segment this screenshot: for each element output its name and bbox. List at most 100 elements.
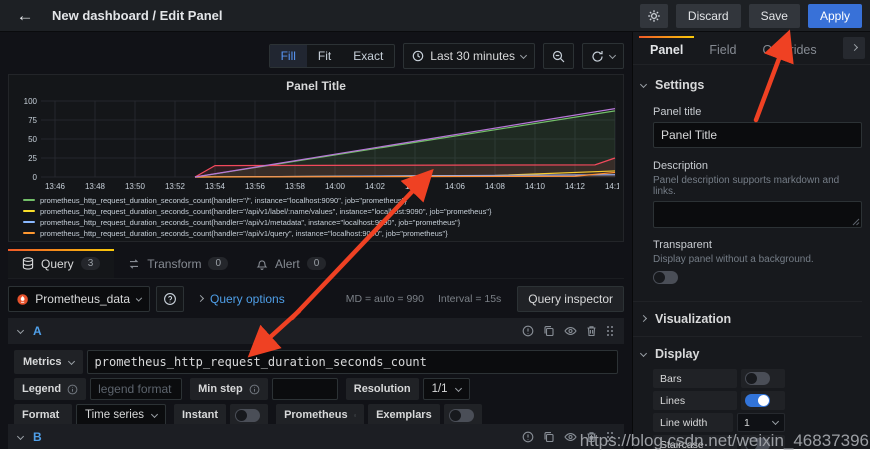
display-section-label: Display xyxy=(655,347,699,361)
chart-area: 025507510013:4613:4813:5013:5213:5413:56… xyxy=(15,97,619,200)
tab-query-label: Query xyxy=(41,257,74,271)
metrics-label: Metrics xyxy=(23,356,62,368)
svg-text:14:04: 14:04 xyxy=(405,182,426,191)
visualization-section-label: Visualization xyxy=(655,312,731,326)
svg-text:14:10: 14:10 xyxy=(525,182,546,191)
gear-icon xyxy=(647,9,661,23)
display-row-bars: Bars xyxy=(653,369,785,388)
query-count-badge: 3 xyxy=(81,257,101,270)
back-button[interactable]: ← xyxy=(8,3,42,29)
tab-panel[interactable]: Panel xyxy=(637,36,696,64)
chevron-down-icon xyxy=(455,384,462,391)
save-button[interactable]: Save xyxy=(749,4,800,28)
visualization-section-header[interactable]: Visualization xyxy=(641,308,862,330)
min-step-input[interactable] xyxy=(272,378,338,400)
display-section-header[interactable]: Display xyxy=(641,343,862,365)
trash-icon[interactable] xyxy=(586,325,597,337)
datasource-picker[interactable]: Prometheus_data xyxy=(8,286,150,312)
chevron-down-icon xyxy=(17,432,24,439)
bars-label: Bars xyxy=(653,369,737,388)
query-a-header[interactable]: A xyxy=(8,318,624,344)
lines-toggle[interactable] xyxy=(745,394,770,407)
query-row-a: A Metrics xyxy=(8,318,624,430)
dashboard-settings-button[interactable] xyxy=(640,4,668,28)
query-options-toggle[interactable]: Query options xyxy=(198,292,285,306)
query-b-header[interactable]: B xyxy=(8,424,624,450)
svg-text:50: 50 xyxy=(28,135,37,144)
zoom-out-button[interactable] xyxy=(543,43,574,69)
magnifier-minus-icon xyxy=(552,50,565,63)
resize-grip-icon[interactable] xyxy=(852,218,860,226)
copy-icon[interactable] xyxy=(543,431,555,443)
bars-toggle[interactable] xyxy=(745,372,770,385)
fill-mode-button[interactable]: Fill xyxy=(270,45,307,67)
display-row-line-width: Line width 1 xyxy=(653,413,785,432)
grafana-edit-panel-screen: ← New dashboard / Edit Panel Discard Sav… xyxy=(0,0,870,459)
time-range-picker[interactable]: Last 30 minutes xyxy=(403,43,535,69)
svg-text:14:02: 14:02 xyxy=(365,182,386,191)
eye-icon[interactable] xyxy=(564,431,577,443)
drag-handle-icon[interactable] xyxy=(606,325,614,337)
tab-alert[interactable]: Alert 0 xyxy=(242,249,340,278)
info-circle-icon[interactable] xyxy=(522,431,534,443)
exemplars-toggle[interactable] xyxy=(449,409,474,422)
chevron-right-icon xyxy=(640,314,647,321)
query-ref-id: B xyxy=(33,430,42,444)
tab-query[interactable]: Query 3 xyxy=(8,249,114,278)
apply-button[interactable]: Apply xyxy=(808,4,862,28)
tab-field[interactable]: Field xyxy=(696,36,749,64)
tab-transform[interactable]: Transform 0 xyxy=(114,249,242,278)
legend-item[interactable]: prometheus_http_request_duration_seconds… xyxy=(23,206,617,216)
metrics-dropdown[interactable]: Metrics xyxy=(14,350,83,374)
svg-text:75: 75 xyxy=(28,116,37,125)
legend-item[interactable]: prometheus_http_request_duration_seconds… xyxy=(23,228,617,238)
legend-dash-green xyxy=(23,199,35,201)
settings-section-label: Settings xyxy=(655,78,704,92)
legend-dash-blue xyxy=(23,221,35,223)
legend-label: prometheus_http_request_duration_seconds… xyxy=(40,196,407,205)
line-width-select[interactable]: 1 xyxy=(737,413,785,432)
svg-text:0: 0 xyxy=(33,173,38,182)
max-datapoints-info: MD = auto = 990 xyxy=(346,293,424,305)
format-select[interactable]: Time series xyxy=(76,404,166,426)
watermark: https://blog.csdn.net/weixin_46837396 xyxy=(580,431,869,451)
editor-tabs: Query 3 Transform 0 Alert 0 xyxy=(8,249,624,279)
svg-text:14:00: 14:00 xyxy=(325,182,346,191)
panel-options: Settings Panel title Description Panel d… xyxy=(633,68,870,449)
description-textarea[interactable] xyxy=(653,201,862,228)
transparent-toggle[interactable] xyxy=(653,271,678,284)
legend-dash-yellow xyxy=(23,210,35,212)
resolution-label: Resolution xyxy=(346,378,419,400)
tab-overrides[interactable]: Overrides xyxy=(749,36,829,64)
description-help: Panel description supports markdown and … xyxy=(653,175,862,197)
query-inspector-button[interactable]: Query inspector xyxy=(517,286,624,312)
min-step-text: Min step xyxy=(198,383,243,395)
display-row-lines: Lines xyxy=(653,391,785,410)
eye-icon[interactable] xyxy=(564,325,577,337)
fit-mode-button[interactable]: Fit xyxy=(307,45,342,67)
divider xyxy=(633,336,862,337)
collapse-sidebar-button[interactable] xyxy=(843,37,865,59)
divider xyxy=(633,301,862,302)
copy-icon[interactable] xyxy=(543,325,555,337)
resolution-select[interactable]: 1/1 xyxy=(423,378,470,400)
line-width-value: 1 xyxy=(744,417,750,429)
legend-format-input[interactable] xyxy=(90,378,182,400)
legend-item[interactable]: prometheus_http_request_duration_seconds… xyxy=(23,195,617,205)
description-label: Description xyxy=(653,160,862,172)
datasource-help-button[interactable] xyxy=(156,286,184,312)
discard-button[interactable]: Discard xyxy=(676,4,741,28)
app-window: ← New dashboard / Edit Panel Discard Sav… xyxy=(0,0,870,449)
legend-label: prometheus_http_request_duration_seconds… xyxy=(40,229,448,238)
info-circle-icon[interactable] xyxy=(522,325,534,337)
instant-label: Instant xyxy=(174,404,226,426)
exact-mode-button[interactable]: Exact xyxy=(342,45,394,67)
promql-expression-input[interactable] xyxy=(87,350,618,374)
settings-section-header[interactable]: Settings xyxy=(641,74,862,96)
instant-toggle[interactable] xyxy=(235,409,260,422)
chevron-down-icon xyxy=(609,51,616,58)
panel-title-input[interactable] xyxy=(653,122,862,148)
chevron-down-icon xyxy=(17,326,24,333)
refresh-button[interactable] xyxy=(582,43,624,69)
legend-item[interactable]: prometheus_http_request_duration_seconds… xyxy=(23,217,617,227)
